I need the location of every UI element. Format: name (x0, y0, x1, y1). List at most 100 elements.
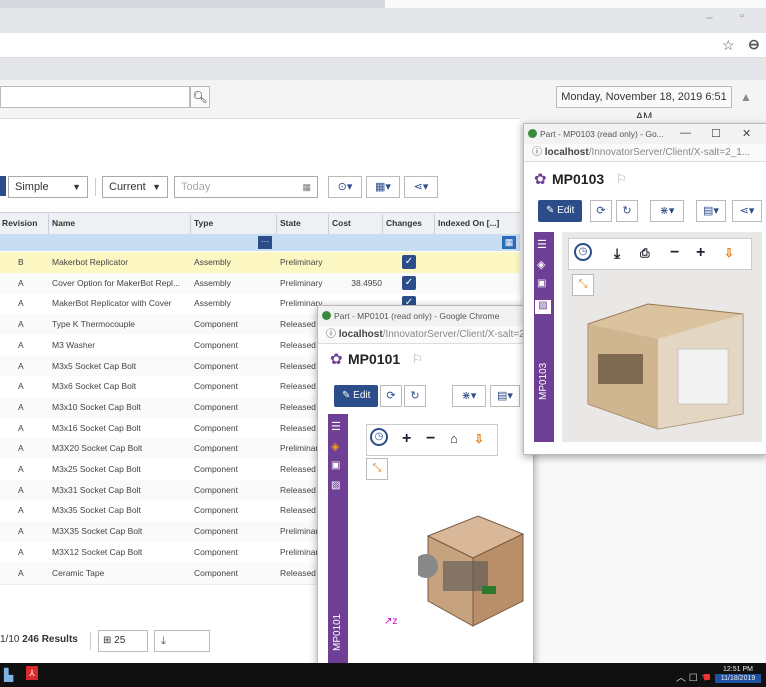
ellipsis-button[interactable]: ··· (258, 236, 272, 249)
cell-type: Component (194, 339, 238, 350)
calendar-icon[interactable]: ▦ (502, 236, 516, 249)
window-title: Part - MP0103 (read only) - Go... (540, 129, 664, 139)
zoom-in-button[interactable]: + (696, 244, 705, 262)
pencil-icon: ✎ (546, 205, 558, 216)
column-header[interactable]: Revision (2, 214, 50, 232)
clipboard-icon: ▤▾ (497, 390, 513, 402)
document-icon[interactable]: ▣ (537, 278, 546, 289)
share-button[interactable]: ⋖▾ (404, 176, 438, 198)
star-icon[interactable]: ☆ (722, 37, 735, 54)
grid-icon[interactable]: ☰ (331, 420, 341, 433)
table-row[interactable]: B Makerbot Replicator Assembly Preliminary ✓ (0, 252, 520, 274)
zoom-out-button[interactable]: − (426, 430, 435, 448)
cell-name: MakerBot Replicator with Cover (52, 298, 172, 309)
column-header[interactable]: Indexed On [...] (438, 214, 522, 232)
address-bar[interactable]: ⓘ localhost/InnovatorServer/Client/X-sal… (524, 144, 766, 162)
share-button[interactable]: ⋖▾ (732, 200, 762, 222)
view-icon: ⊙▾ (337, 181, 353, 193)
window-title: Part - MP0101 (read only) - Google Chrom… (334, 311, 500, 321)
search-input[interactable] (0, 86, 190, 108)
version-select[interactable]: Current ▼ (102, 176, 168, 198)
cell-name: M3X35 Socket Cap Bolt (52, 526, 143, 537)
page-size-value: 25 (114, 635, 126, 646)
column-header[interactable]: Cost (332, 214, 384, 232)
home-icon[interactable]: ⌂ (450, 430, 458, 448)
flag-icon[interactable]: ⚐ (616, 172, 627, 186)
export-button[interactable]: ⤓ (154, 630, 210, 652)
cell-revision: A (18, 526, 24, 537)
cell-type: Component (194, 464, 238, 474)
minimize-button[interactable]: — (680, 127, 691, 139)
lifecycle-icon: ↻ (622, 205, 632, 217)
refresh-icon: ⟳ (596, 205, 606, 217)
cube-icon[interactable]: ◈ (331, 440, 339, 453)
bookmark-icon[interactable]: ⇩ (474, 430, 484, 448)
page-size-select[interactable]: ⊞ 25 (98, 630, 148, 652)
3d-model-render[interactable] (418, 476, 528, 636)
date-input[interactable]: Today ▦ (174, 176, 318, 198)
window-titlebar: Part - MP0103 (read only) - Go... (524, 124, 766, 144)
side-label: MP0101 (332, 613, 343, 651)
item-number: MP0103 (552, 171, 605, 187)
minimize-button[interactable]: – (706, 10, 713, 24)
close-button[interactable]: ✕ (742, 127, 751, 140)
info-icon: ⓘ (532, 147, 545, 158)
changes-checkbox[interactable]: ✓ (402, 275, 416, 290)
file-explorer-icon[interactable]: ▙ (4, 668, 13, 682)
image-icon[interactable]: ▨ (535, 300, 551, 314)
download-icon[interactable]: ⤓ (614, 244, 620, 262)
account-icon[interactable]: ⊖ (748, 36, 760, 53)
column-header[interactable]: Name (52, 214, 192, 232)
cell-type: Assembly (194, 257, 231, 267)
bookmark-icon[interactable]: ⇩ (724, 244, 734, 262)
grid-icon[interactable]: ☰ (537, 238, 547, 251)
table-row[interactable]: A Cover Option for MakerBot Repl... Assemb… (0, 272, 520, 295)
flag-icon[interactable]: ⚐ (412, 352, 423, 366)
lifecycle-button[interactable]: ↻ (404, 385, 426, 407)
markup-icon[interactable]: ⤡ (366, 458, 388, 480)
search-button[interactable]: 🔍︎ (190, 86, 210, 108)
column-header[interactable]: Changes (386, 214, 436, 232)
edit-button[interactable]: ✎ Edit (334, 385, 379, 407)
column-separator (276, 214, 277, 234)
view-options-button[interactable]: ⊙▾ (328, 176, 362, 198)
layout-button[interactable]: ▦▾ (366, 176, 400, 198)
title-strip (385, 0, 766, 8)
maximize-button[interactable]: ☐ (711, 127, 721, 140)
clock[interactable]: 12:51 PM 11/18/2019 (715, 665, 761, 683)
compass-icon[interactable]: ◷ (370, 428, 388, 446)
cell-type: Component (194, 422, 238, 433)
cell-type: Component (194, 401, 238, 412)
clipboard-button[interactable]: ▤▾ (490, 385, 520, 407)
cell-name: M3x35 Socket Cap Bolt (52, 505, 141, 516)
image-icon[interactable]: ▨ (331, 480, 340, 491)
zoom-out-button[interactable]: − (670, 244, 679, 262)
search-mode-select[interactable]: Simple ▼ (8, 176, 88, 198)
address-bar[interactable] (0, 33, 766, 58)
address-bar[interactable]: ⓘ localhost/InnovatorServer/Client/X-sal… (318, 326, 533, 344)
column-header[interactable]: Type (194, 214, 278, 232)
maximize-button[interactable]: ▫ (740, 10, 744, 22)
edit-button[interactable]: ✎ Edit (538, 200, 583, 222)
zoom-in-button[interactable]: + (402, 430, 411, 448)
clock-date: 11/18/2019 (715, 674, 761, 683)
document-icon[interactable]: ▣ (331, 460, 340, 471)
print-icon[interactable]: ⎙ (640, 244, 650, 262)
cube-icon[interactable]: ◈ (537, 258, 545, 271)
compass-icon[interactable]: ◷ (574, 243, 592, 261)
changes-checkbox[interactable]: ✓ (402, 255, 416, 269)
refresh-button[interactable]: ⟳ (380, 385, 402, 407)
part-window-mp0103: Part - MP0103 (read only) - Go... — ☐ ✕ … (523, 123, 766, 455)
cell-name: M3x10 Socket Cap Bolt (52, 401, 141, 412)
column-header[interactable]: State (280, 214, 330, 232)
bell-icon[interactable]: ▲ (740, 90, 752, 104)
lifecycle-button[interactable]: ↻ (616, 200, 638, 222)
pdf-app-icon[interactable]: ⅄ (26, 666, 38, 680)
structure-button[interactable]: ⋇▾ (650, 200, 684, 222)
structure-button[interactable]: ⋇▾ (452, 385, 486, 407)
calendar-icon: ▦ (302, 182, 311, 192)
cell-cost: 38.4950 (351, 277, 382, 288)
structure-icon: ⋇▾ (659, 205, 675, 217)
clipboard-button[interactable]: ▤▾ (696, 200, 726, 222)
refresh-button[interactable]: ⟳ (590, 200, 612, 222)
